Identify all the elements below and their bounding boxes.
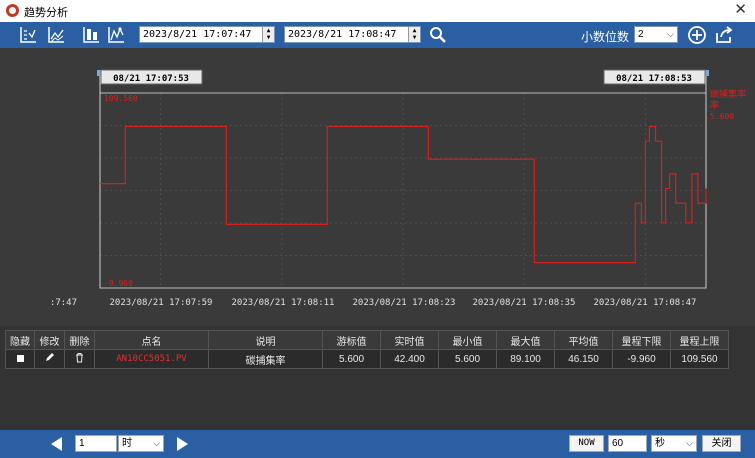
- add-circle-icon[interactable]: [687, 25, 707, 45]
- page-offset-value: 1: [79, 438, 85, 449]
- table-header-row: 隐藏 修改 删除 点名 说明 游标值 实时值 最小值 最大值 平均值 量程下限 …: [5, 330, 729, 350]
- col-range-low-header: 量程下限: [612, 330, 671, 350]
- table-row[interactable]: AN10CC5051.PV 碳捕集率 5.600 42.400 5.600 89…: [5, 349, 729, 369]
- end-time-value: 2023/8/21 17:08:47: [288, 29, 397, 40]
- app-logo-icon: [6, 4, 19, 17]
- hide-checkbox[interactable]: [5, 349, 35, 369]
- col-max-header: 最大值: [496, 330, 555, 350]
- col-avg-header: 平均值: [554, 330, 613, 350]
- legend-value: 5.600: [710, 112, 734, 121]
- title-bar: 趋势分析 ✕: [0, 0, 755, 22]
- y-min-label: -9.960: [104, 279, 133, 288]
- col-desc-header: 说明: [208, 330, 323, 350]
- x-tick-label: 2023/08/21 17:08:23: [353, 298, 456, 308]
- toolbar: 2023/8/21 17:07:47 ▲ ▼ 2023/8/21 17:08:47…: [0, 22, 755, 48]
- cell-cursor-value: 5.600: [322, 349, 381, 369]
- x-tick-label: 2023/08/21 17:08:47: [594, 298, 697, 308]
- trend-chart-panel: 08/21 17:07:53 08/21 17:08:53 109.560 -9…: [0, 48, 755, 326]
- delete-trash-icon[interactable]: [64, 349, 95, 369]
- points-table-panel: 隐藏 修改 删除 点名 说明 游标值 实时值 最小值 最大值 平均值 量程下限 …: [0, 326, 755, 430]
- chevron-down-icon: ⌵: [153, 438, 160, 448]
- start-time-spinner[interactable]: ▲ ▼: [262, 27, 274, 42]
- legend-name: 碳捕集率: [710, 88, 746, 99]
- chart-overlay-icon[interactable]: [106, 25, 126, 45]
- cell-avg-value: 46.150: [554, 349, 613, 369]
- x-tick-label: 2023/08/21 17:07:59: [110, 298, 213, 308]
- page-offset-input[interactable]: 1: [75, 435, 117, 452]
- cell-max-value: 89.100: [496, 349, 555, 369]
- export-icon[interactable]: [714, 25, 734, 45]
- next-page-icon[interactable]: [177, 437, 188, 451]
- y-max-label: 109.560: [104, 94, 138, 103]
- cell-range-low: -9.960: [612, 349, 671, 369]
- legend-name-wrap: 率: [710, 99, 719, 110]
- search-icon[interactable]: [428, 25, 448, 45]
- cell-range-high: 109.560: [670, 349, 729, 369]
- end-time-spinner[interactable]: ▲ ▼: [408, 27, 420, 42]
- window-close-button[interactable]: ✕: [734, 1, 747, 19]
- interval-unit-select[interactable]: 秒 ⌵: [651, 435, 697, 452]
- trend-chart: 08/21 17:07:53 08/21 17:08:53 109.560 -9…: [50, 69, 746, 308]
- chevron-down-icon: ⌵: [686, 438, 693, 448]
- time-unit-select[interactable]: 时 ⌵: [118, 435, 164, 452]
- col-cursor-header: 游标值: [322, 330, 381, 350]
- window-title: 趋势分析: [24, 7, 68, 19]
- decimal-places-select[interactable]: 2 ⌵: [634, 26, 678, 43]
- previous-page-icon[interactable]: [51, 437, 62, 451]
- col-min-header: 最小值: [438, 330, 497, 350]
- col-delete-header: 删除: [64, 330, 95, 350]
- cell-min-value: 5.600: [438, 349, 497, 369]
- x-tick-label: :7:47: [50, 298, 77, 308]
- x-tick-labels: :7:47 2023/08/21 17:07:59 2023/08/21 17:08…: [50, 298, 697, 308]
- start-time-value: 2023/8/21 17:07:47: [143, 29, 252, 40]
- bottom-bar: 1 时 ⌵ NOW 60 秒 ⌵ 关闭: [0, 430, 755, 458]
- col-realtime-header: 实时值: [380, 330, 439, 350]
- decimal-places-label: 小数位数: [581, 30, 630, 44]
- chart-grid: [100, 93, 706, 288]
- chart-split-icon[interactable]: [81, 25, 101, 45]
- interval-unit-value: 秒: [655, 438, 665, 449]
- left-cursor-time: 08/21 17:07:53: [113, 74, 189, 84]
- close-button[interactable]: 关闭: [702, 435, 741, 452]
- interval-input[interactable]: 60: [608, 435, 647, 452]
- col-hide-header: 隐藏: [5, 330, 35, 350]
- chart-layout-a-icon[interactable]: [18, 25, 38, 45]
- right-cursor-time: 08/21 17:08:53: [616, 74, 692, 84]
- points-table: 隐藏 修改 删除 点名 说明 游标值 实时值 最小值 最大值 平均值 量程下限 …: [5, 330, 729, 369]
- cell-realtime-value: 42.400: [380, 349, 439, 369]
- x-tick-label: 2023/08/21 17:08:35: [473, 298, 576, 308]
- end-time-picker[interactable]: 2023/8/21 17:08:47 ▲ ▼: [284, 26, 421, 43]
- cell-point-name: AN10CC5051.PV: [94, 349, 209, 369]
- col-edit-header: 修改: [34, 330, 65, 350]
- interval-value: 60: [612, 438, 624, 449]
- col-point-header: 点名: [94, 330, 209, 350]
- col-range-high-header: 量程上限: [670, 330, 729, 350]
- decimal-places-value: 2: [638, 29, 644, 40]
- edit-pencil-icon[interactable]: [34, 349, 65, 369]
- now-button[interactable]: NOW: [569, 435, 604, 452]
- cell-description: 碳捕集率: [208, 349, 323, 369]
- chevron-down-icon: ⌵: [667, 29, 674, 39]
- time-unit-value: 时: [122, 438, 132, 449]
- start-time-picker[interactable]: 2023/8/21 17:07:47 ▲ ▼: [139, 26, 275, 43]
- x-tick-label: 2023/08/21 17:08:11: [232, 298, 335, 308]
- chart-layout-b-icon[interactable]: [46, 25, 66, 45]
